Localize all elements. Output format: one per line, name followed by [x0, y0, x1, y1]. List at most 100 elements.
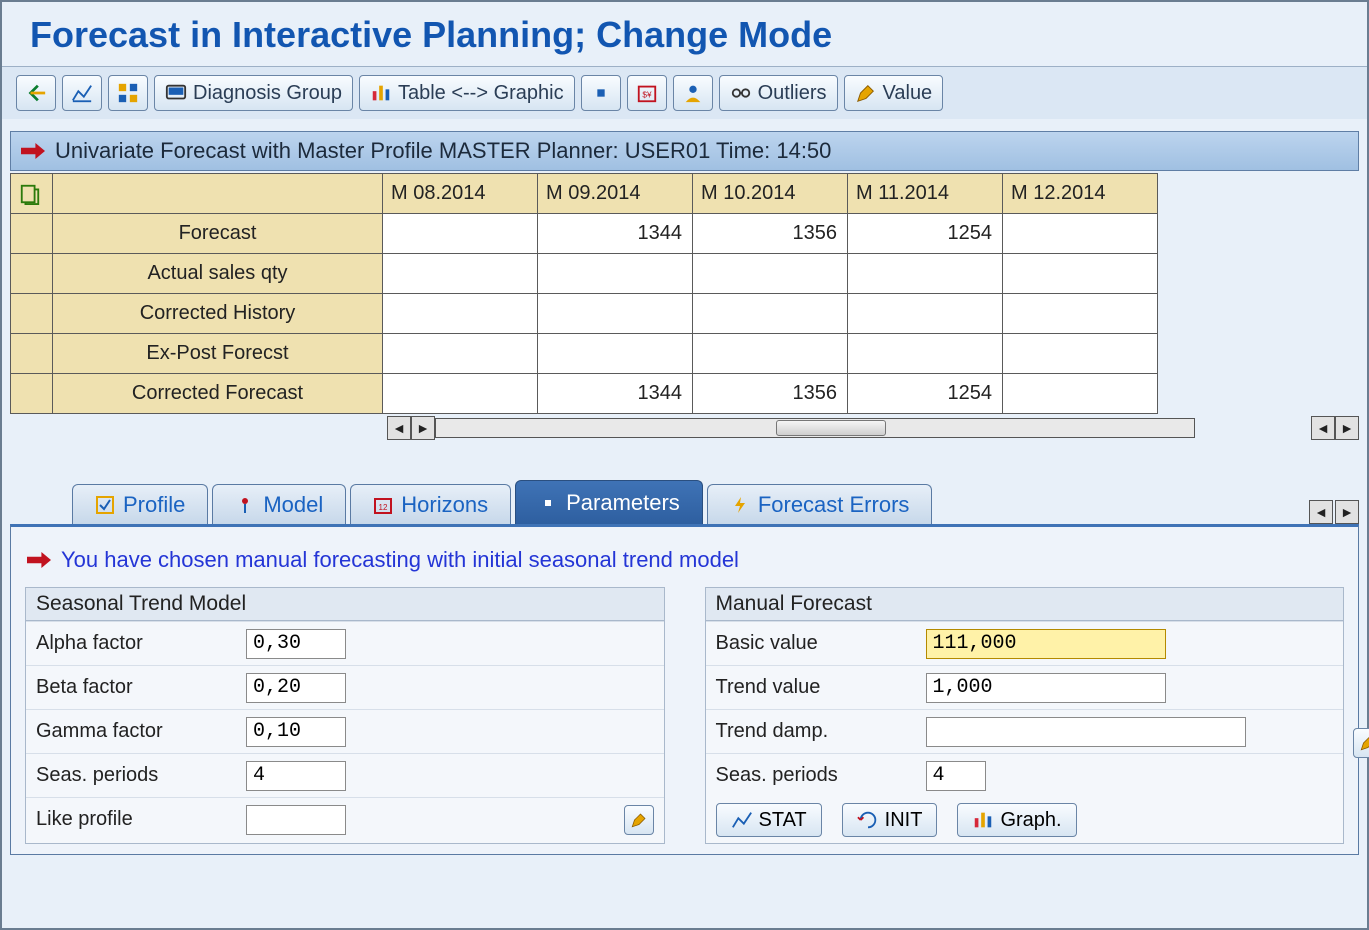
trend-value-input[interactable]	[926, 673, 1166, 703]
grid-cell[interactable]	[383, 294, 538, 334]
graph-button[interactable]: Graph.	[957, 803, 1076, 837]
grid-cell[interactable]: 1254	[848, 214, 1003, 254]
grid-cell[interactable]	[383, 254, 538, 294]
scroll-thumb[interactable]	[776, 420, 886, 436]
parameter-tabs: Profile Model 12 Horizons Parameters For…	[72, 480, 1359, 524]
grid-cell[interactable]	[383, 214, 538, 254]
grid-cell[interactable]	[693, 254, 848, 294]
graph-label: Graph.	[1000, 809, 1061, 832]
table-row[interactable]: Corrected Forecast 1344 1356 1254	[11, 374, 1158, 414]
grid-cell[interactable]: 1344	[538, 214, 693, 254]
calendar-icon: 12	[373, 495, 393, 515]
group-title: Manual Forecast	[706, 588, 1344, 621]
tab-forecast-errors[interactable]: Forecast Errors	[707, 484, 933, 524]
table-graphic-toggle[interactable]: Table <--> Graphic	[359, 75, 575, 111]
grid-cell[interactable]	[1003, 294, 1158, 334]
grid-cell[interactable]	[1003, 374, 1158, 414]
user-button[interactable]	[673, 75, 713, 111]
value-button[interactable]: Value	[844, 75, 944, 111]
main-toolbar: Diagnosis Group Table <--> Graphic $¥	[2, 67, 1367, 119]
grid-col-header[interactable]: M 09.2014	[538, 174, 693, 214]
tab-label: Profile	[123, 492, 185, 518]
grid-cell[interactable]	[538, 334, 693, 374]
grid-row-label: Actual sales qty	[53, 254, 383, 294]
refresh-icon	[857, 809, 879, 831]
grid-cell[interactable]	[693, 334, 848, 374]
grid-cell[interactable]	[848, 334, 1003, 374]
forecast-grid[interactable]: M 08.2014 M 09.2014 M 10.2014 M 11.2014 …	[10, 173, 1158, 414]
layout-grid-button[interactable]	[108, 75, 148, 111]
tab-parameters[interactable]: Parameters	[515, 480, 703, 524]
init-button[interactable]: INIT	[842, 803, 938, 837]
grid-cell[interactable]	[1003, 254, 1158, 294]
profile-icon	[95, 495, 115, 515]
grid-select-all-button[interactable]	[11, 174, 53, 214]
chart-line-icon	[731, 809, 753, 831]
model-icon	[235, 495, 255, 515]
value-label: Value	[883, 82, 933, 105]
grid-cell[interactable]: 1254	[848, 374, 1003, 414]
grid-cell[interactable]	[1003, 214, 1158, 254]
grid-cell[interactable]	[848, 294, 1003, 334]
tab-profile[interactable]: Profile	[72, 484, 208, 524]
tab-horizons[interactable]: 12 Horizons	[350, 484, 511, 524]
tabs-scroll-left[interactable]: ◄	[1309, 500, 1333, 524]
expand-arrow-icon[interactable]	[21, 143, 45, 159]
grid-cell[interactable]: 1344	[538, 374, 693, 414]
manual-seas-input[interactable]	[926, 761, 986, 791]
trend-damp-input[interactable]	[926, 717, 1246, 747]
like-profile-edit-button[interactable]	[624, 805, 654, 835]
scroll-right-end-button[interactable]: ►	[1335, 416, 1359, 440]
diagnosis-group-button[interactable]: Diagnosis Group	[154, 75, 353, 111]
forecast-grid-container: M 08.2014 M 09.2014 M 10.2014 M 11.2014 …	[10, 173, 1359, 440]
tabs-scroll-right[interactable]: ►	[1335, 500, 1359, 524]
like-profile-label: Like profile	[36, 808, 236, 831]
scroll-track[interactable]	[435, 418, 1195, 438]
grid-rowheader-blank	[53, 174, 383, 214]
grid-cell[interactable]	[383, 334, 538, 374]
table-row[interactable]: Corrected History	[11, 294, 1158, 334]
table-row[interactable]: Forecast 1344 1356 1254	[11, 214, 1158, 254]
gamma-input[interactable]	[246, 717, 346, 747]
like-profile-input[interactable]	[246, 805, 346, 835]
parameter-columns: Seasonal Trend Model Alpha factor Beta f…	[25, 587, 1344, 844]
grid-cell[interactable]	[693, 294, 848, 334]
grid-cell[interactable]: 1356	[693, 374, 848, 414]
grid-cell[interactable]	[538, 254, 693, 294]
scroll-left-button[interactable]: ◄	[387, 416, 411, 440]
alpha-input[interactable]	[246, 629, 346, 659]
grid-cell[interactable]: 1356	[693, 214, 848, 254]
chart-settings-button[interactable]	[62, 75, 102, 111]
grid-col-header[interactable]: M 11.2014	[848, 174, 1003, 214]
trend-damp-row: Trend damp.	[706, 709, 1344, 753]
seas-periods-input[interactable]	[246, 761, 346, 791]
trend-damp-edit-button[interactable]	[1353, 728, 1369, 758]
grid-horizontal-scrollbar[interactable]: ◄ ► ◄ ►	[387, 416, 1359, 440]
outliers-button[interactable]: Outliers	[719, 75, 838, 111]
scroll-left-end-button[interactable]: ◄	[1311, 416, 1335, 440]
minimize-button[interactable]	[581, 75, 621, 111]
grid-col-header[interactable]: M 08.2014	[383, 174, 538, 214]
grid-cell[interactable]	[383, 374, 538, 414]
grid-col-header[interactable]: M 12.2014	[1003, 174, 1158, 214]
stat-button[interactable]: STAT	[716, 803, 822, 837]
tab-model[interactable]: Model	[212, 484, 346, 524]
grid-cell[interactable]	[538, 294, 693, 334]
price-button[interactable]: $¥	[627, 75, 667, 111]
beta-input[interactable]	[246, 673, 346, 703]
basic-value-input[interactable]	[926, 629, 1166, 659]
tab-label: Horizons	[401, 492, 488, 518]
forecast-section-header: Univariate Forecast with Master Profile …	[10, 131, 1359, 171]
grid-col-header[interactable]: M 10.2014	[693, 174, 848, 214]
table-row[interactable]: Ex-Post Forecst	[11, 334, 1158, 374]
grid-cell[interactable]	[1003, 334, 1158, 374]
seas-periods-row: Seas. periods	[26, 753, 664, 797]
beta-row: Beta factor	[26, 665, 664, 709]
screen-icon	[165, 82, 187, 104]
table-row[interactable]: Actual sales qty	[11, 254, 1158, 294]
grid-cell[interactable]	[848, 254, 1003, 294]
back-button[interactable]	[16, 75, 56, 111]
tab-label: Parameters	[566, 490, 680, 516]
scroll-right-step-button[interactable]: ►	[411, 416, 435, 440]
init-label: INIT	[885, 809, 923, 832]
